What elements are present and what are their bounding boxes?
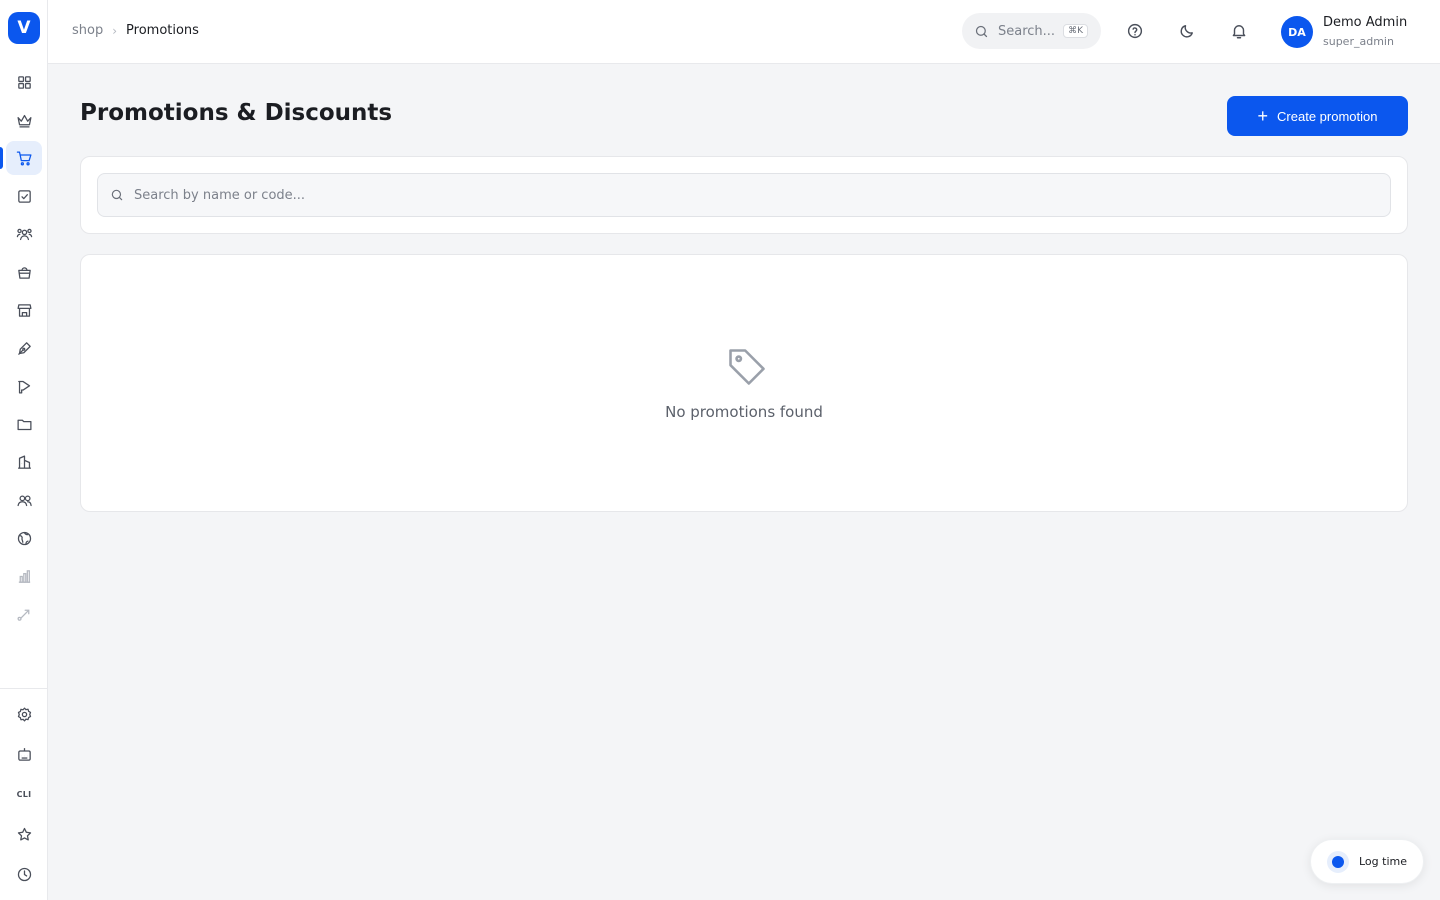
help-button[interactable]: [1125, 21, 1145, 41]
log-time-button[interactable]: Log time: [1310, 839, 1424, 884]
crown-icon: [16, 114, 32, 128]
empty-state-message: No promotions found: [665, 403, 823, 421]
breadcrumb-current: Promotions: [126, 23, 199, 38]
shopping-bag-icon: [17, 266, 31, 279]
people-icon: [16, 494, 32, 506]
moon-icon: [1180, 25, 1193, 38]
pen-nib-icon: [17, 341, 31, 355]
checkbox-icon: [17, 189, 31, 203]
user-name[interactable]: Demo Admin: [1323, 15, 1407, 30]
search-icon: [975, 25, 988, 37]
page-title: Promotions & Discounts: [80, 100, 393, 126]
sidebar-item-store[interactable]: [6, 293, 42, 327]
sidebar-item-people[interactable]: [6, 483, 42, 517]
app-logo-letter: V: [17, 18, 31, 38]
sidebar-item-campaigns[interactable]: [6, 369, 42, 403]
sidebar-item-analytics[interactable]: [6, 559, 42, 593]
filter-card: [80, 156, 1408, 234]
sidebar-item-company[interactable]: [6, 445, 42, 479]
top-header: shop › Promotions Search... ⌘K DA Demo A…: [48, 0, 1440, 64]
globe-icon: [17, 531, 31, 545]
theme-toggle-button[interactable]: [1177, 21, 1197, 41]
help-circle-icon: [1127, 23, 1143, 39]
sidebar-item-cli[interactable]: CLI: [6, 777, 42, 811]
timer-icon: [1327, 850, 1349, 873]
route-icon: [16, 609, 29, 621]
create-promotion-button[interactable]: + Create promotion: [1227, 96, 1408, 136]
breadcrumb-parent[interactable]: shop: [72, 23, 103, 38]
sidebar-item-dashboard[interactable]: [6, 65, 42, 99]
sidebar-item-history[interactable]: [6, 857, 42, 891]
sidebar-item-teams[interactable]: [6, 217, 42, 251]
sidebar-item-workflows[interactable]: [6, 597, 42, 631]
gear-icon: [17, 706, 31, 722]
sidebar-item-tasks[interactable]: [6, 179, 42, 213]
robot-icon: [17, 747, 31, 761]
building-icon: [17, 454, 31, 469]
promotion-search-input[interactable]: [134, 187, 1378, 203]
sidebar-item-files[interactable]: [6, 407, 42, 441]
chevron-right-icon: ›: [112, 23, 118, 38]
storefront-icon: [16, 303, 32, 317]
user-role: super_admin: [1323, 35, 1394, 48]
cart-icon: [16, 150, 32, 165]
plus-icon: +: [1257, 106, 1269, 126]
global-search-placeholder: Search...: [998, 23, 1056, 39]
sidebar-item-bot[interactable]: [6, 737, 42, 771]
create-promotion-label: Create promotion: [1277, 108, 1378, 124]
notifications-button[interactable]: [1229, 21, 1249, 41]
sidebar-item-store-bag[interactable]: [6, 255, 42, 289]
tag-icon: [729, 349, 765, 385]
users-group-icon: [16, 228, 32, 240]
folder-icon: [16, 419, 32, 430]
sidebar-item-global[interactable]: [6, 521, 42, 555]
sidebar-item-design[interactable]: [6, 331, 42, 365]
global-search-button[interactable]: Search... ⌘K: [962, 13, 1101, 49]
empty-state-card: No promotions found: [80, 254, 1408, 512]
promotion-search-field[interactable]: [97, 173, 1391, 217]
grid-icon: [17, 75, 31, 89]
clock-icon: [17, 867, 31, 881]
breadcrumb: shop › Promotions: [72, 23, 199, 38]
bell-icon: [1232, 25, 1246, 39]
log-time-label: Log time: [1359, 855, 1407, 868]
star-icon: [17, 827, 31, 841]
bar-chart-icon: [18, 569, 30, 583]
search-shortcut-badge: ⌘K: [1063, 24, 1088, 38]
sidebar-item-settings[interactable]: [6, 697, 42, 731]
sidebar-item-favorites[interactable]: [6, 817, 42, 851]
cli-label: CLI: [16, 789, 32, 799]
sidebar-divider: [0, 688, 48, 689]
sidebar: V CLI: [0, 0, 48, 900]
sidebar-item-crown[interactable]: [6, 103, 42, 137]
megaphone-icon: [17, 380, 30, 394]
avatar[interactable]: DA: [1281, 16, 1313, 48]
sidebar-item-shop[interactable]: [6, 141, 42, 175]
app-logo[interactable]: V: [8, 12, 40, 44]
search-icon: [111, 189, 123, 201]
active-indicator: [0, 147, 3, 169]
